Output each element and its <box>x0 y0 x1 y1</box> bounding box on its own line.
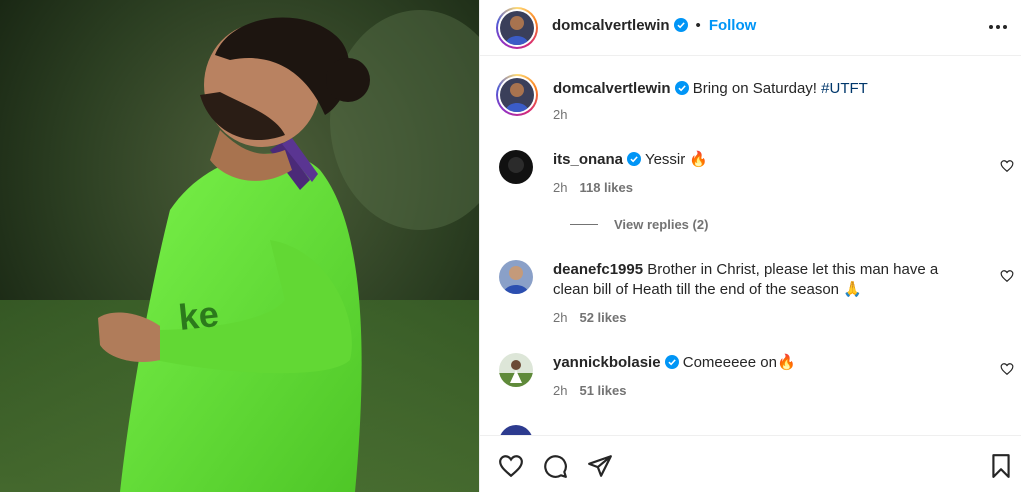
post-header: domcalvertlewin • Follow <box>480 0 1021 56</box>
comment-icon[interactable] <box>542 453 568 479</box>
comment-likes[interactable]: 118 likes <box>579 180 633 195</box>
comment-body: its_onana Yessir 🔥 <box>553 150 973 170</box>
comment-username[interactable]: deanefc1995 <box>553 261 643 278</box>
avatar-image <box>500 11 534 45</box>
replies-divider-line <box>570 224 598 225</box>
comment-time: 2h <box>553 180 568 195</box>
caption-username[interactable]: domcalvertlewin <box>553 80 671 97</box>
commenter-avatar-image <box>499 353 533 387</box>
commenter-avatar-image <box>499 150 533 184</box>
caption-hashtag[interactable]: #UTFT <box>821 80 868 97</box>
heart-icon[interactable] <box>498 453 524 479</box>
heart-icon[interactable] <box>1000 362 1014 376</box>
comment-time: 2h <box>553 383 568 398</box>
separator-dot: • <box>695 17 701 34</box>
caption-time: 2h <box>553 107 568 122</box>
heart-icon[interactable] <box>1000 159 1014 173</box>
post-photo-image: ke <box>0 0 479 492</box>
verified-icon <box>664 355 679 369</box>
more-icon[interactable] <box>988 17 1008 37</box>
author-avatar[interactable] <box>496 7 538 49</box>
verified-icon <box>674 81 689 95</box>
comment-time: 2h <box>553 310 568 325</box>
svg-text:ke: ke <box>177 293 221 338</box>
comment-meta: 2h 52 likes <box>553 310 626 325</box>
post-detail-panel: domcalvertlewin • Follow domcalvertlewin B… <box>479 0 1021 492</box>
post-header-row: domcalvertlewin • Follow <box>552 17 756 34</box>
comment-body: yannickbolasie Comeeeee on🔥 <box>553 353 973 373</box>
comment-text: Comeeeee on🔥 <box>682 354 796 371</box>
comment-meta: 2h 51 likes <box>553 383 626 398</box>
comment-text: Yessir 🔥 <box>644 151 709 168</box>
commenter-avatar[interactable] <box>499 425 533 435</box>
comment-username[interactable]: yannickbolasie <box>553 354 661 371</box>
comment-likes[interactable]: 52 likes <box>579 310 626 325</box>
comment-username[interactable]: its_onana <box>553 151 623 168</box>
post-action-bar <box>480 435 1021 492</box>
caption-text: Bring on Saturday! <box>692 80 822 97</box>
commenter-avatar[interactable] <box>499 260 533 294</box>
heart-icon[interactable] <box>1000 269 1014 283</box>
post-photo[interactable]: ke <box>0 0 479 492</box>
caption-avatar[interactable] <box>496 74 538 116</box>
commenter-avatar[interactable] <box>499 353 533 387</box>
comment-likes[interactable]: 51 likes <box>579 383 626 398</box>
comment-meta: 2h 118 likes <box>553 180 633 195</box>
comment-body: deanefc1995 Brother in Christ, please le… <box>553 260 973 300</box>
comments-section[interactable]: domcalvertlewin Bring on Saturday! #UTFT… <box>480 57 1021 435</box>
author-username[interactable]: domcalvertlewin <box>552 17 670 34</box>
commenter-avatar-image <box>499 425 533 435</box>
bookmark-icon[interactable] <box>988 453 1014 479</box>
verified-icon <box>627 152 642 166</box>
caption-text-row: domcalvertlewin Bring on Saturday! #UTFT <box>553 80 868 97</box>
caption-avatar-image <box>500 78 534 112</box>
commenter-avatar-image <box>499 260 533 294</box>
follow-button[interactable]: Follow <box>709 17 757 34</box>
view-replies-label: View replies (2) <box>614 217 709 232</box>
view-replies-button[interactable]: View replies (2) <box>570 217 708 232</box>
verified-icon <box>673 18 688 32</box>
share-icon[interactable] <box>587 453 613 479</box>
commenter-avatar[interactable] <box>499 150 533 184</box>
